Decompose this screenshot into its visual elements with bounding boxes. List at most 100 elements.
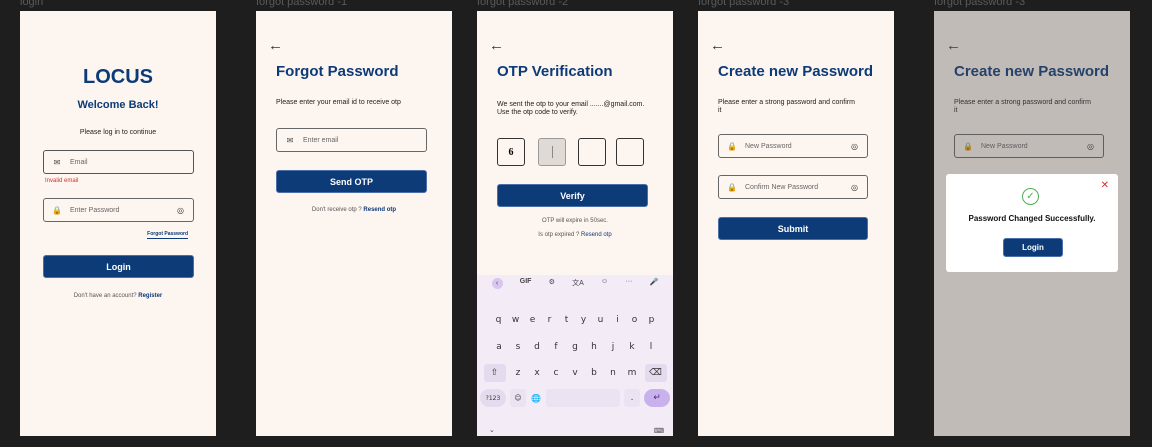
soft-keyboard: ‹ GIF ⚙ 文A ☺ ··· 🎤 q w e r t y u i o p a… [477,275,673,436]
success-message: Password Changed Successfully. [968,214,1096,223]
login-button[interactable]: Login [1003,238,1063,257]
otp-digit-1[interactable]: 6 [497,138,525,166]
keyboard-row-2: a s d f g h j k l [477,338,673,356]
submit-button[interactable]: Submit [718,217,868,240]
confirm-password-field[interactable]: 🔒 Confirm New Password ◎ [718,175,868,199]
login-subtitle: Please log in to continue [79,129,157,136]
keyboard-collapse-icon[interactable]: ‹ [491,278,503,289]
new-password-placeholder: New Password [745,142,792,150]
space-bar[interactable] [546,389,620,407]
otp-expire-text: OTP will expire in 50sec. [542,218,608,224]
resend-prompt-text: Don't receive otp ? [311,207,364,213]
key-d[interactable]: d [528,338,547,356]
eye-off-icon[interactable]: ◎ [851,142,858,151]
resend-prompt: Don't receive otp ? Resend otp [256,207,452,213]
keyboard-row-3: ⇧ z x c v b n m ⌫ [477,364,673,382]
otp-expired-prompt: Is otp expired ? Resend otp [477,232,673,238]
gif-button[interactable]: GIF [520,278,532,289]
page-description: Please enter a strong password and confi… [718,99,855,114]
translate-icon[interactable]: 文A [572,278,584,289]
frame-label-forgot3: forgot password -3 [698,0,790,8]
key-z[interactable]: z [509,364,528,382]
email-field[interactable]: ✉ Email [43,150,194,174]
symbols-key[interactable]: ?123 [480,389,506,407]
key-c[interactable]: c [547,364,566,382]
key-a[interactable]: a [490,338,509,356]
key-g[interactable]: g [566,338,585,356]
key-r[interactable]: r [541,311,558,329]
key-w[interactable]: w [507,311,524,329]
key-u[interactable]: u [592,311,609,329]
key-t[interactable]: t [558,311,575,329]
key-l[interactable]: l [642,338,661,356]
back-arrow-icon[interactable]: ← [268,38,283,53]
eye-off-icon[interactable]: ◎ [177,206,184,215]
page-title: Forgot Password [276,63,399,80]
key-p[interactable]: p [643,311,660,329]
key-s[interactable]: s [509,338,528,356]
sticker-icon[interactable]: ☺ [601,278,608,289]
frame-label-forgot3b: forgot password -3 [934,0,1026,8]
otp-digit-3[interactable] [578,138,606,166]
check-circle-icon: ✓ [1022,188,1039,205]
settings-gear-icon[interactable]: ⚙ [549,278,555,289]
key-m[interactable]: m [623,364,642,382]
register-prompt-text: Don't have an account? [73,293,139,299]
lock-icon: 🔒 [727,141,737,151]
otp-digit-4[interactable] [616,138,644,166]
more-icon[interactable]: ··· [625,278,632,289]
shift-key[interactable]: ⇧ [483,364,506,382]
register-link[interactable]: Register [138,293,162,299]
key-k[interactable]: k [623,338,642,356]
microphone-icon[interactable]: 🎤 [650,278,659,289]
login-button[interactable]: Login [43,255,194,278]
frame-label-forgot1: forgot password -1 [256,0,348,8]
create-password-screen: ← Create new Password Please enter a str… [698,11,894,436]
new-password-field[interactable]: 🔒 New Password ◎ [718,134,868,158]
globe-icon[interactable]: 🌐 [528,389,544,407]
page-title: Create new Password [718,63,874,80]
key-y[interactable]: y [575,311,592,329]
login-screen: LOCUS Welcome Back! Please log in to con… [20,11,216,436]
resend-otp-link[interactable]: Resend otp [581,232,612,238]
emoji-key[interactable]: ☺ [510,389,526,407]
resend-otp-link[interactable]: Resend otp [363,207,396,213]
password-placeholder: Enter Password [70,206,120,214]
email-field[interactable]: ✉ Enter email [276,128,427,152]
otp-digit-2[interactable] [538,138,566,166]
welcome-heading: Welcome Back! [77,99,159,111]
keyboard-hide-icon[interactable]: ⌄ [489,426,495,434]
keyboard-switch-icon[interactable]: ⌨ [654,427,664,435]
key-f[interactable]: f [547,338,566,356]
eye-off-icon[interactable]: ◎ [851,183,858,192]
key-i[interactable]: i [609,311,626,329]
key-v[interactable]: v [566,364,585,382]
frame-label-login: login [20,0,44,8]
period-key[interactable]: . [624,389,640,407]
otp-verification-screen: ← OTP Verification We sent the otp to yo… [477,11,673,436]
key-o[interactable]: o [626,311,643,329]
password-field[interactable]: 🔒 Enter Password ◎ [43,198,194,222]
key-q[interactable]: q [490,311,507,329]
keyboard-row-4: ?123 ☺ 🌐 . ↵ [477,389,673,407]
keyboard-toolbar: ‹ GIF ⚙ 文A ☺ ··· 🎤 [477,278,673,289]
key-j[interactable]: j [604,338,623,356]
forgot-password-link[interactable]: Forgot Password [147,231,188,239]
close-icon[interactable]: ✕ [1101,181,1109,191]
enter-key[interactable]: ↵ [644,389,670,407]
key-e[interactable]: e [524,311,541,329]
send-otp-button[interactable]: Send OTP [276,170,427,193]
success-modal: ✓ ✕ Password Changed Successfully. Login [946,174,1118,272]
back-arrow-icon[interactable]: ← [489,38,504,53]
key-b[interactable]: b [585,364,604,382]
key-n[interactable]: n [604,364,623,382]
key-x[interactable]: x [528,364,547,382]
verify-button[interactable]: Verify [497,184,648,207]
back-arrow-icon[interactable]: ← [710,38,725,53]
key-h[interactable]: h [585,338,604,356]
lock-icon: 🔒 [52,205,62,215]
backspace-key[interactable]: ⌫ [644,364,667,382]
mail-icon: ✉ [53,157,61,167]
email-placeholder: Enter email [303,136,339,144]
text-cursor [551,146,553,158]
